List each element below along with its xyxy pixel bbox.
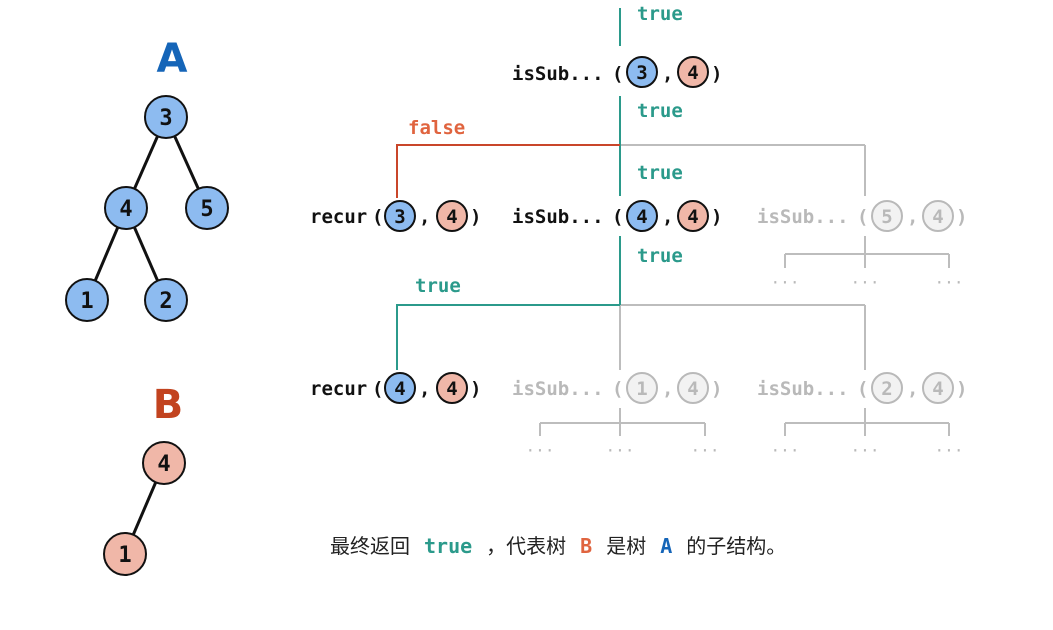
tree-b: B 4 1	[103, 382, 186, 576]
ellipsis: ···	[771, 441, 800, 460]
caption-part-1: 最终返回	[330, 534, 410, 558]
tree-a: A 3 4 5 1 2	[65, 36, 229, 322]
call-right-2-name: isSub...	[757, 378, 849, 400]
svg-text:(: (	[857, 378, 868, 400]
caption-part-3: 是树	[606, 534, 647, 558]
svg-text:): )	[711, 63, 722, 85]
svg-text:3: 3	[159, 106, 172, 131]
ellipsis: ···	[851, 441, 880, 460]
call-mid: isSub... ( 4 , 4 )	[512, 200, 722, 232]
caption-keyword-b: B	[580, 534, 593, 558]
svg-text:4: 4	[687, 378, 698, 400]
svg-text:4: 4	[687, 206, 698, 228]
svg-text:,: ,	[907, 378, 918, 400]
svg-text:3: 3	[636, 62, 647, 84]
svg-text:4: 4	[119, 197, 132, 222]
svg-text:2: 2	[159, 289, 172, 314]
call-left-2: isSub... ( 1 , 4 )	[512, 372, 722, 404]
ellipses: ··· ··· ··· ··· ··· ··· ··· ··· ···	[526, 273, 964, 460]
tree-a-node-left-left: 1	[65, 278, 109, 322]
caption-keyword-a: A	[660, 534, 673, 558]
svg-text:1: 1	[118, 543, 131, 568]
caption-part-2: ，代表树	[486, 534, 567, 558]
call-mid-name: isSub...	[512, 206, 604, 228]
edge-label-false: false	[408, 117, 465, 139]
svg-text:(: (	[612, 206, 623, 228]
svg-text:): )	[711, 206, 722, 228]
svg-text:3: 3	[394, 206, 405, 228]
svg-text:(: (	[612, 63, 623, 85]
svg-text:4: 4	[446, 378, 457, 400]
edge-label-below-top-true: true	[637, 100, 683, 122]
svg-text:): )	[711, 378, 722, 400]
ellipsis: ···	[771, 273, 800, 292]
call-top-name: isSub...	[512, 63, 604, 85]
svg-text:5: 5	[881, 206, 892, 228]
svg-text:(: (	[857, 206, 868, 228]
svg-text:,: ,	[662, 206, 673, 228]
svg-text:(: (	[372, 206, 383, 228]
tree-b-label: B	[153, 382, 184, 428]
edge-label-below-mid-true: true	[637, 245, 683, 267]
ellipsis: ···	[851, 273, 880, 292]
call-recur-1-name: recur	[310, 206, 367, 228]
svg-text:2: 2	[881, 378, 892, 400]
svg-text:,: ,	[662, 63, 673, 85]
call-left-2-name: isSub...	[512, 378, 604, 400]
ellipsis: ···	[526, 441, 555, 460]
call-right-2: isSub... ( 2 , 4 )	[757, 372, 967, 404]
svg-text:1: 1	[636, 378, 647, 400]
tree-b-node-left: 1	[103, 532, 147, 576]
svg-text:4: 4	[636, 206, 647, 228]
svg-text:): )	[956, 206, 967, 228]
svg-text:4: 4	[157, 452, 170, 477]
tree-a-node-right: 5	[185, 186, 229, 230]
svg-text:): )	[470, 206, 481, 228]
svg-text:(: (	[612, 378, 623, 400]
edge-label-top-true: true	[637, 3, 683, 25]
call-recur-2-name: recur	[310, 378, 367, 400]
svg-text:,: ,	[419, 206, 430, 228]
tree-a-node-root: 3	[144, 95, 188, 139]
call-right-1-name: isSub...	[757, 206, 849, 228]
svg-text:4: 4	[932, 378, 943, 400]
svg-text:(: (	[372, 378, 383, 400]
svg-text:5: 5	[200, 197, 213, 222]
svg-text:4: 4	[687, 62, 698, 84]
call-top: isSub... ( 3 , 4 )	[512, 56, 722, 88]
edge-label-mid-true: true	[637, 162, 683, 184]
ellipsis: ···	[935, 441, 964, 460]
ellipsis: ···	[691, 441, 720, 460]
svg-text:1: 1	[80, 289, 93, 314]
svg-text:,: ,	[662, 378, 673, 400]
svg-text:): )	[956, 378, 967, 400]
call-recur-1: recur ( 3 , 4 )	[310, 200, 481, 232]
svg-text:,: ,	[419, 378, 430, 400]
caption: 最终返回 true ，代表树 B 是树 A 的子结构。	[330, 530, 786, 562]
ellipsis: ···	[606, 441, 635, 460]
tree-a-node-left-right: 2	[144, 278, 188, 322]
caption-part-4: 的子结构。	[686, 534, 787, 558]
tree-a-node-left: 4	[104, 186, 148, 230]
caption-keyword-true: true	[424, 534, 473, 558]
edge-label-recur2-true: true	[415, 275, 461, 297]
svg-text:): )	[470, 378, 481, 400]
svg-text:4: 4	[394, 378, 405, 400]
tree-b-node-root: 4	[142, 441, 186, 485]
call-recur-2: recur ( 4 , 4 )	[310, 372, 481, 404]
call-right-1: isSub... ( 5 , 4 )	[757, 200, 967, 232]
svg-text:4: 4	[932, 206, 943, 228]
svg-text:,: ,	[907, 206, 918, 228]
tree-a-label: A	[157, 36, 188, 82]
svg-text:4: 4	[446, 206, 457, 228]
ellipsis: ···	[935, 273, 964, 292]
